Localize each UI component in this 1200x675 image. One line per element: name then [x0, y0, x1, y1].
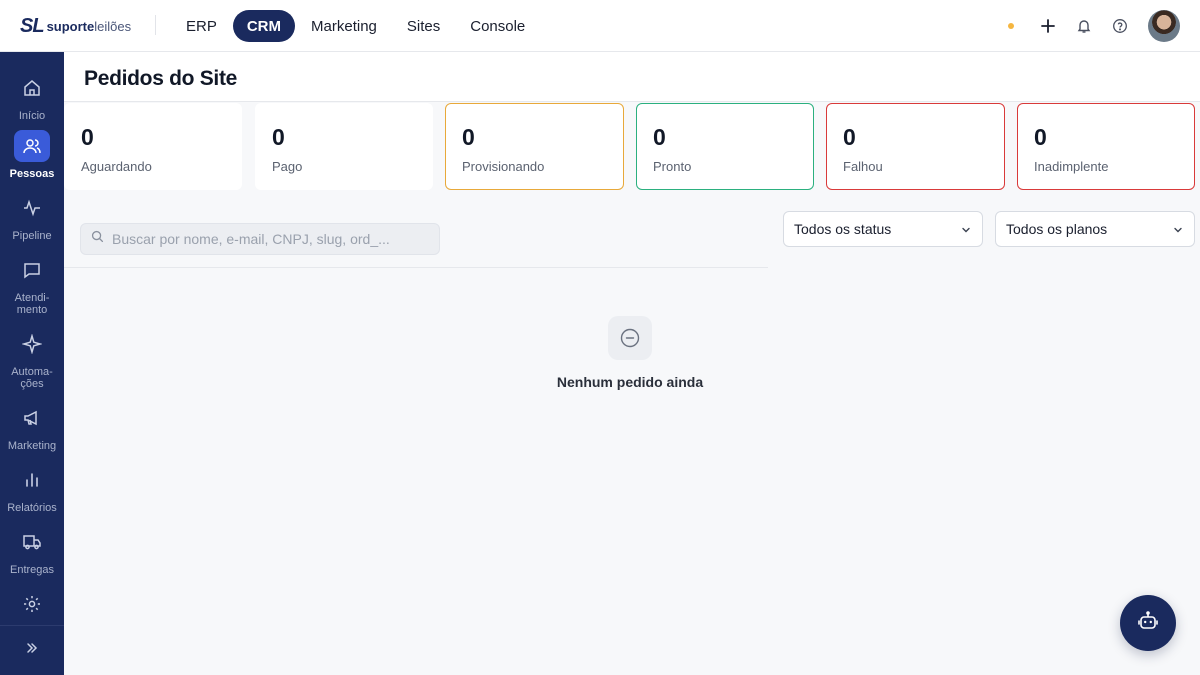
topnav-sites[interactable]: Sites	[393, 10, 454, 42]
chat-icon	[14, 254, 50, 286]
activity-icon	[14, 192, 50, 224]
search-icon	[91, 230, 104, 248]
sidebar-item-label: Início	[18, 110, 46, 122]
bell-icon[interactable]	[1072, 14, 1096, 38]
divider	[64, 267, 768, 268]
stat-label: Inadimplente	[1034, 159, 1109, 174]
select-value: Todos os status	[794, 221, 892, 237]
sidebar-item-label: Entregas	[9, 564, 55, 576]
gear-icon	[14, 588, 50, 620]
topnav-erp[interactable]: ERP	[172, 10, 231, 42]
page-header: Pedidos do Site	[64, 52, 1200, 102]
plus-icon[interactable]	[1036, 14, 1060, 38]
home-icon	[14, 72, 50, 104]
stat-card-falhou[interactable]: 0 Falhou	[826, 103, 1005, 190]
bar-chart-icon	[14, 464, 50, 496]
sidebar-expand-button[interactable]	[0, 625, 64, 675]
sidebar-item-automacoes[interactable]: Automa- ções	[0, 328, 64, 390]
sidebar-item-entregas[interactable]: Entregas	[0, 526, 64, 576]
sparkle-icon	[14, 328, 50, 360]
sidebar-item-label: Relatórios	[7, 502, 57, 514]
empty-state-text: Nenhum pedido ainda	[556, 374, 704, 390]
search-input[interactable]	[112, 231, 412, 247]
sidebar-item-pessoas[interactable]: Pessoas	[0, 130, 64, 180]
chevron-down-icon	[1172, 223, 1184, 239]
sidebar-item-marketing[interactable]: Marketing	[0, 402, 64, 452]
stat-label: Falhou	[843, 159, 883, 174]
users-icon	[14, 130, 50, 162]
robot-icon	[1137, 610, 1159, 637]
status-filter-select[interactable]: Todos os status	[783, 211, 983, 247]
stat-value: 0	[653, 124, 666, 150]
empty-state-icon	[608, 316, 652, 360]
stat-card-pago[interactable]: 0 Pago	[255, 103, 433, 190]
sidebar: Início Pessoas Pipeline Atendi- mento Au…	[0, 52, 64, 675]
stat-card-inadimplente[interactable]: 0 Inadimplente	[1017, 103, 1195, 190]
sidebar-item-atendimento[interactable]: Atendi- mento	[0, 254, 64, 316]
sidebar-item-inicio[interactable]: Início	[0, 72, 64, 122]
select-value: Todos os planos	[1006, 221, 1108, 237]
search-box	[80, 223, 440, 255]
avatar[interactable]	[1148, 10, 1180, 42]
sidebar-item-settings[interactable]	[0, 588, 64, 620]
divider	[155, 15, 156, 35]
chevrons-right-icon	[25, 641, 39, 660]
sidebar-item-label: Atendi- mento	[14, 292, 50, 316]
truck-icon	[14, 526, 50, 558]
sidebar-item-label: Automa- ções	[11, 366, 53, 390]
stat-value: 0	[843, 124, 856, 150]
sidebar-item-label: Pessoas	[9, 168, 55, 180]
sidebar-item-pipeline[interactable]: Pipeline	[0, 192, 64, 242]
sidebar-item-label: Marketing	[7, 440, 57, 452]
top-nav: ERP CRM Marketing Sites Console	[172, 10, 539, 42]
brand-logo[interactable]: SL suporteleilões	[20, 14, 131, 38]
page-title: Pedidos do Site	[84, 67, 238, 90]
stat-card-provisionando[interactable]: 0 Provisionando	[445, 103, 624, 190]
assistant-bot-button[interactable]	[1120, 595, 1176, 651]
plan-filter-select[interactable]: Todos os planos	[995, 211, 1195, 247]
megaphone-icon	[14, 402, 50, 434]
logo-mark: SL	[20, 14, 45, 37]
stat-label: Provisionando	[462, 159, 545, 174]
stat-value: 0	[462, 124, 475, 150]
logo-text: suporteleilões	[46, 18, 132, 34]
top-bar: SL suporteleilões ERP CRM Marketing Site…	[0, 0, 1200, 52]
stat-label: Aguardando	[81, 159, 152, 174]
stat-value: 0	[81, 124, 94, 150]
topnav-crm[interactable]: CRM	[232, 10, 296, 42]
stat-value: 0	[1034, 124, 1047, 150]
status-dot	[1008, 23, 1014, 29]
sidebar-item-relatorios[interactable]: Relatórios	[0, 464, 64, 514]
header-actions	[1008, 10, 1180, 42]
stat-label: Pago	[272, 159, 303, 174]
sidebar-item-label: Pipeline	[12, 230, 52, 242]
stat-card-aguardando[interactable]: 0 Aguardando	[64, 103, 242, 190]
stat-label: Pronto	[653, 159, 692, 174]
topnav-marketing[interactable]: Marketing	[297, 10, 391, 42]
chevron-down-icon	[960, 223, 972, 239]
help-icon[interactable]	[1108, 14, 1132, 38]
stat-card-pronto[interactable]: 0 Pronto	[636, 103, 814, 190]
stat-value: 0	[272, 124, 285, 150]
topnav-console[interactable]: Console	[456, 10, 539, 42]
